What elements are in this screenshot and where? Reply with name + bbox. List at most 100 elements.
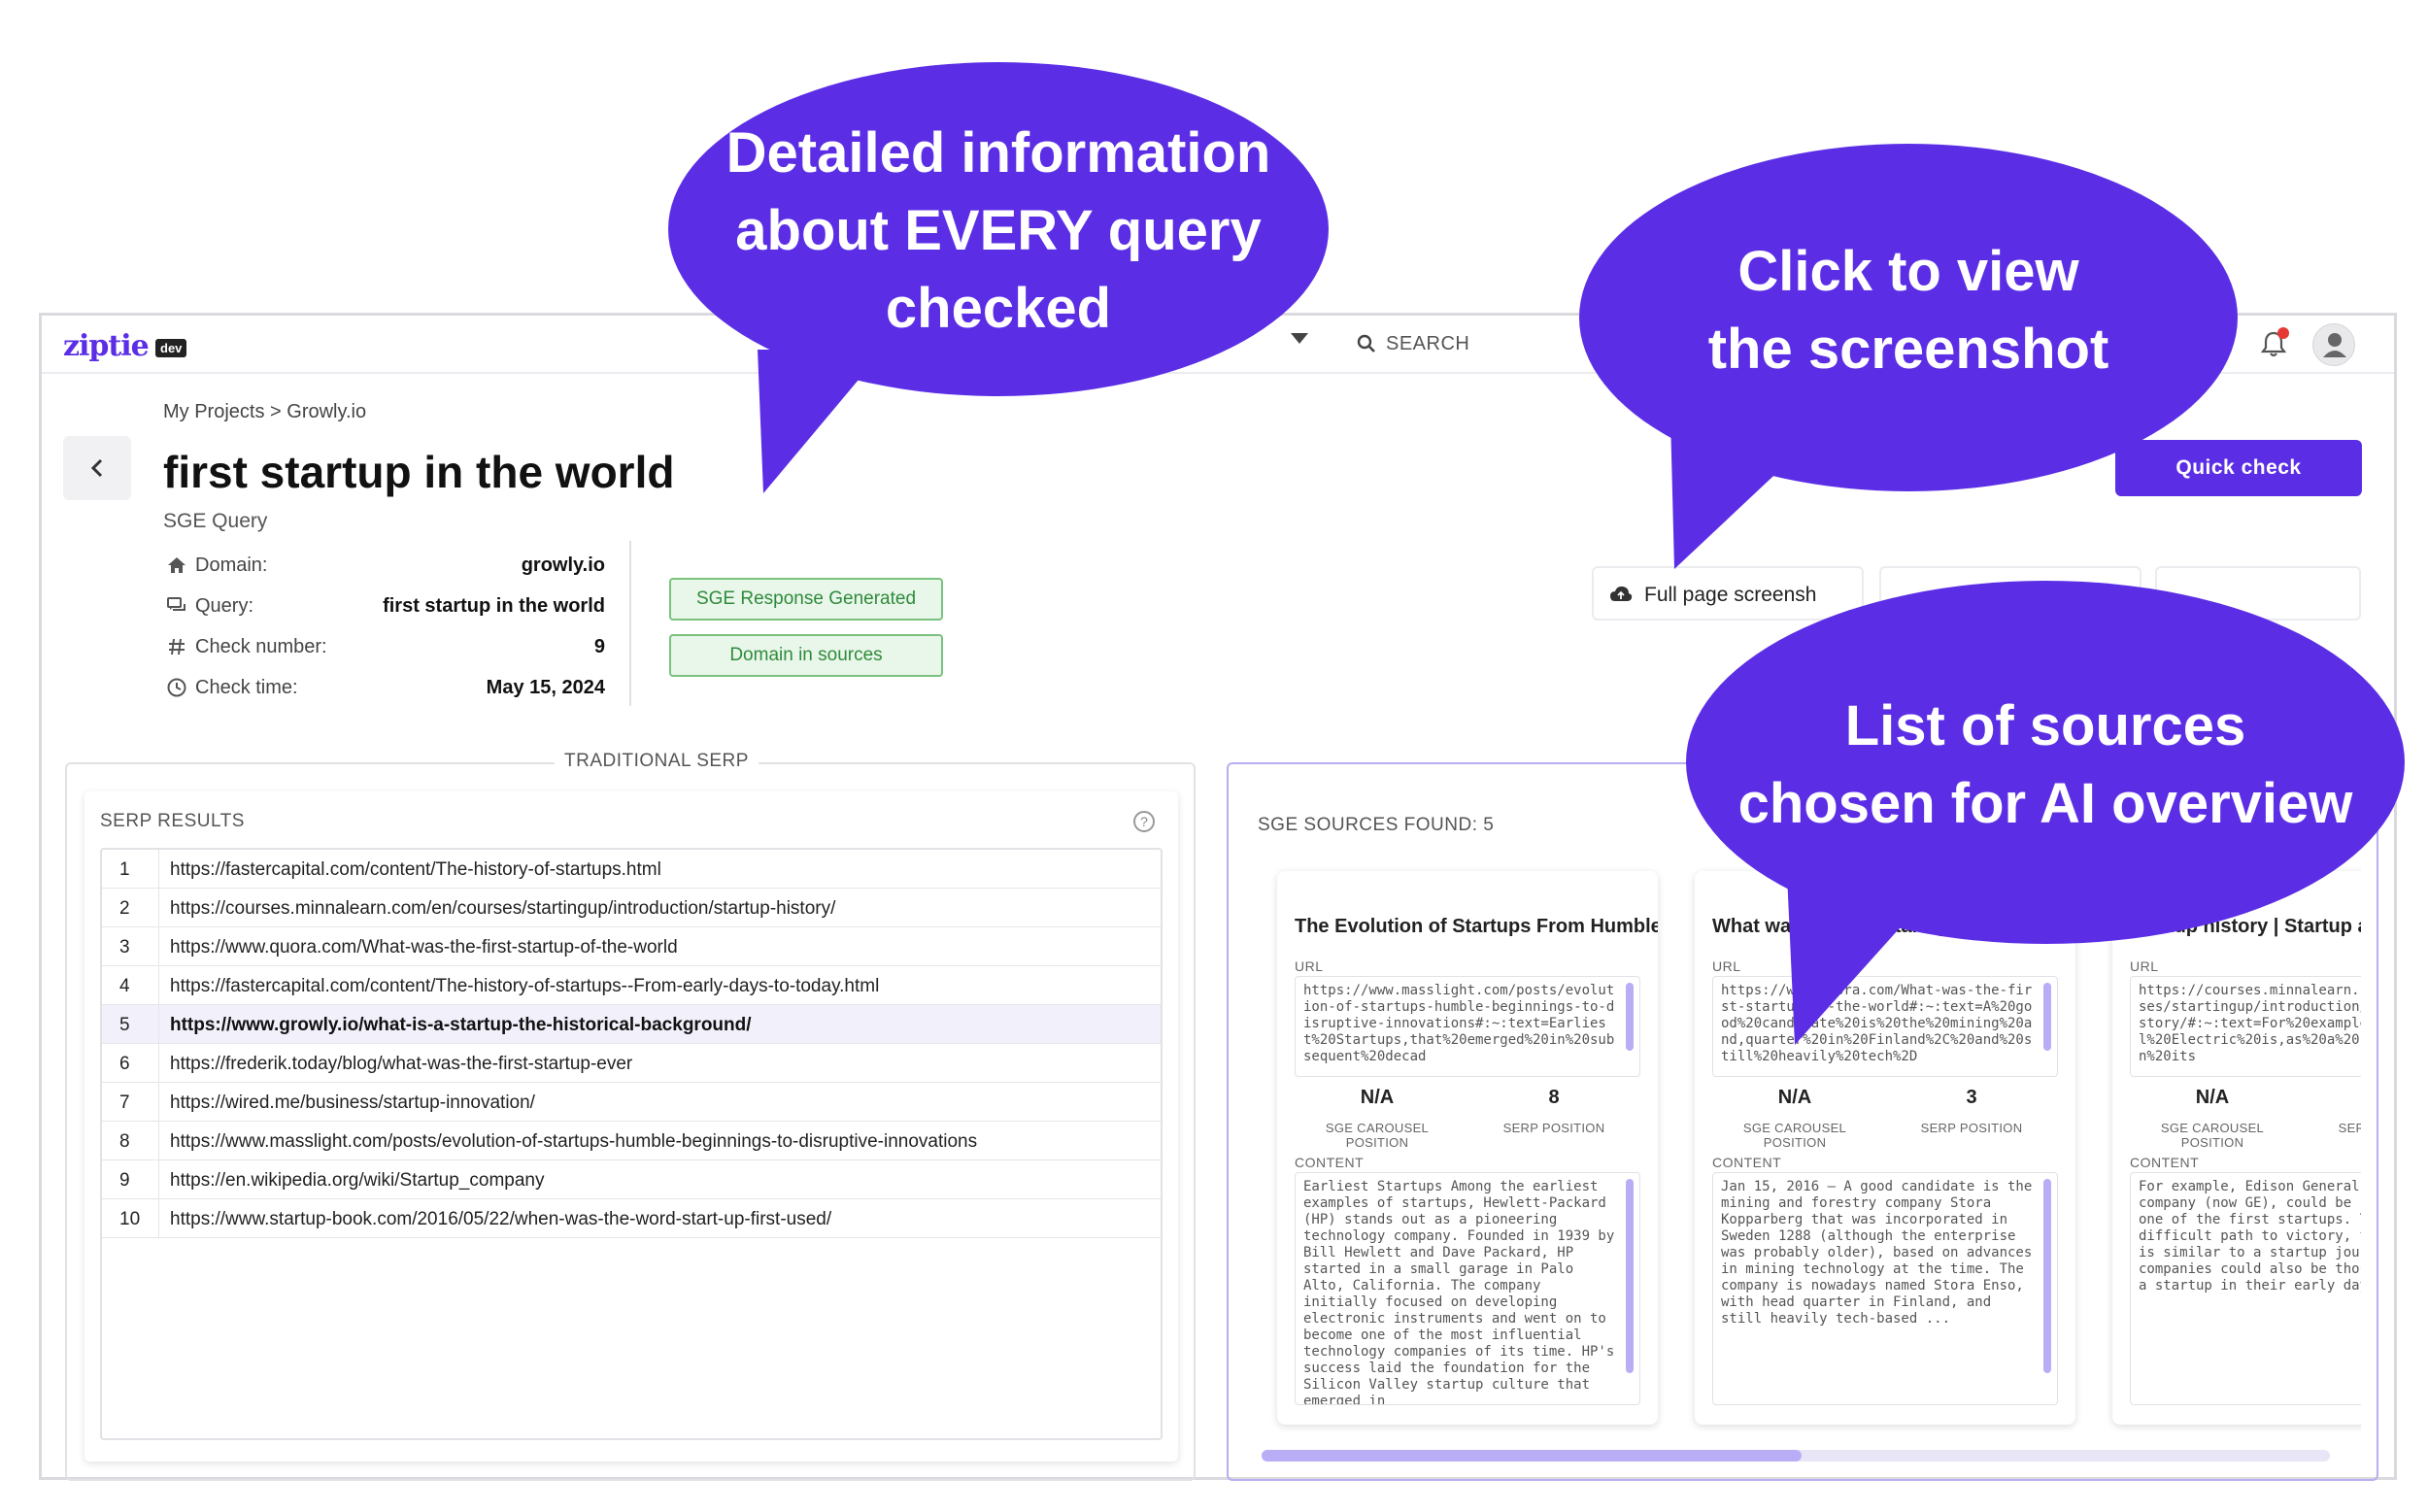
table-row[interactable]: 1 https://fastercapital.com/content/The-h… [102, 850, 1161, 889]
divider [158, 927, 159, 966]
avatar[interactable] [2312, 323, 2355, 366]
traditional-serp-legend: TRADITIONAL SERP [555, 751, 759, 772]
scrollbar-thumb[interactable] [1626, 1179, 1634, 1373]
quick-check-button[interactable]: Quick check [2115, 440, 2362, 496]
row-url[interactable]: https://www.growly.io/what-is-a-startup-… [170, 1015, 752, 1036]
divider [158, 1005, 159, 1044]
callout-text-details: Detailed information about EVERY query c… [668, 115, 1329, 348]
help-icon[interactable]: ? [1133, 811, 1155, 832]
row-number: 1 [119, 859, 130, 880]
source-url[interactable]: https://courses.minnalearn.com/en/course… [2130, 976, 2361, 1077]
serp-position-label: SERP POSITION [2338, 1121, 2361, 1135]
url-caption: URL [1295, 958, 1324, 974]
row-url[interactable]: https://www.masslight.com/posts/evolutio… [170, 1131, 977, 1153]
row-url[interactable]: https://fastercapital.com/content/The-hi… [170, 859, 661, 881]
table-row[interactable]: 9 https://en.wikipedia.org/wiki/Startup_c… [102, 1160, 1161, 1199]
info-check-number: Check number: 9 [166, 630, 605, 663]
source-content-text: Earliest Startups Among the earliest exa… [1303, 1179, 1615, 1405]
home-icon [168, 557, 185, 573]
row-number: 3 [119, 937, 130, 958]
clock-icon [167, 678, 186, 697]
logo[interactable]: ziptie [63, 329, 150, 363]
serp-position-label: SERP POSITION [1502, 1121, 1605, 1135]
info-query: Query: first startup in the world [166, 589, 605, 622]
hash-icon [169, 638, 185, 655]
table-row[interactable]: 6 https://frederik.today/blog/what-was-th… [102, 1044, 1161, 1083]
full-page-screenshot-button[interactable]: Full page screensh [1592, 566, 1864, 621]
user-icon [2323, 333, 2346, 357]
source-content[interactable]: Jan 15, 2016 — A good candidate is the m… [1712, 1172, 2058, 1405]
row-url[interactable]: https://courses.minnalearn.com/en/course… [170, 898, 835, 920]
serp-position-value: 8 [1548, 1087, 1560, 1108]
callout-line: the screenshot [1707, 318, 2109, 381]
row-url[interactable]: https://www.quora.com/What-was-the-first… [170, 937, 678, 958]
callout-line: Detailed information [725, 121, 1271, 185]
table-row[interactable]: 8 https://www.masslight.com/posts/evoluti… [102, 1122, 1161, 1160]
divider [158, 889, 159, 927]
scrollbar-thumb[interactable] [1626, 983, 1634, 1051]
content-caption: CONTENT [1295, 1155, 1365, 1170]
row-number: 10 [119, 1209, 141, 1229]
serp-results-table: 1 https://fastercapital.com/content/The-h… [100, 848, 1163, 1440]
callout-line: chosen for AI overview [1737, 772, 2353, 835]
scrollbar-thumb[interactable] [2043, 1179, 2051, 1373]
source-url[interactable]: https://www.masslight.com/posts/evolutio… [1295, 976, 1640, 1077]
info-label: Domain: [195, 554, 268, 576]
row-url[interactable]: https://en.wikipedia.org/wiki/Startup_co… [170, 1170, 544, 1192]
row-number: 7 [119, 1092, 130, 1113]
url-caption: URL [2130, 958, 2159, 974]
source-card[interactable]: Startup history | Startup and Entreprene… [2112, 871, 2361, 1425]
row-url[interactable]: https://wired.me/business/startup-innova… [170, 1092, 535, 1114]
table-row[interactable]: 10 https://www.startup-book.com/2016/05/2… [102, 1199, 1161, 1238]
source-content-text: For example, Edison General Electric com… [2139, 1179, 2361, 1294]
search-label: SEARCH [1386, 333, 1470, 354]
source-url-text: https://courses.minnalearn.com/en/course… [2139, 983, 2361, 1064]
row-url[interactable]: https://frederik.today/blog/what-was-the… [170, 1054, 632, 1075]
chevron-left-icon [90, 458, 103, 478]
horizontal-scrollbar[interactable] [1262, 1450, 2330, 1462]
info-value: May 15, 2024 [486, 677, 605, 698]
info-domain: Domain: growly.io [166, 549, 605, 582]
logo-badge: dev [155, 339, 187, 357]
info-value: first startup in the world [383, 595, 605, 617]
divider [158, 966, 159, 1005]
table-row[interactable]: 7 https://wired.me/business/startup-innov… [102, 1083, 1161, 1122]
table-row[interactable]: 3 https://www.quora.com/What-was-the-firs… [102, 927, 1161, 966]
carousel-position: N/A SGE CAROUSEL POSITION [1712, 1087, 1877, 1150]
back-button[interactable] [63, 436, 131, 500]
divider [158, 1122, 159, 1160]
serp-results-card: SERP RESULTS ? 1 https://fastercapital.co… [84, 791, 1178, 1462]
divider [158, 1160, 159, 1199]
source-card[interactable]: The Evolution of Startups From Humble...… [1277, 871, 1658, 1425]
carousel-position: N/A SGE CAROUSEL POSITION [2130, 1087, 2295, 1150]
divider [158, 1199, 159, 1238]
callout-line: List of sources [1844, 694, 2246, 757]
table-row[interactable]: 4 https://fastercapital.com/content/The-h… [102, 966, 1161, 1005]
breadcrumb[interactable]: My Projects > Growly.io [163, 401, 366, 423]
row-number: 5 [119, 1015, 130, 1035]
source-content-text: Jan 15, 2016 — A good candidate is the m… [1721, 1179, 2033, 1327]
row-number: 2 [119, 898, 130, 919]
page-subtitle: SGE Query [163, 510, 268, 532]
traditional-serp-panel: TRADITIONAL SERP SERP RESULTS ? 1 https:/… [65, 751, 1196, 1481]
row-url[interactable]: https://fastercapital.com/content/The-hi… [170, 976, 879, 997]
source-title[interactable]: The Evolution of Startups From Humble... [1295, 916, 1658, 938]
callout-text-screenshot: Click to view the screenshot [1579, 233, 2238, 388]
carousel-position-value: N/A [1777, 1087, 1812, 1108]
callout-line: Click to view [1737, 240, 2079, 303]
table-row[interactable]: 2 https://courses.minnalearn.com/en/cours… [102, 889, 1161, 927]
carousel-position-value: N/A [2195, 1087, 2230, 1108]
carousel-position: N/A SGE CAROUSEL POSITION [1295, 1087, 1460, 1150]
info-check-time: Check time: May 15, 2024 [166, 671, 605, 704]
scrollbar-thumb[interactable] [1262, 1450, 1802, 1462]
url-caption: URL [1712, 958, 1741, 974]
notification-dot [2277, 327, 2289, 339]
info-value: growly.io [521, 554, 605, 576]
table-row[interactable]: 5 https://www.growly.io/what-is-a-startup… [102, 1005, 1161, 1044]
row-url[interactable]: https://www.startup-book.com/2016/05/22/… [170, 1209, 831, 1230]
serp-results-title: SERP RESULTS [100, 811, 245, 831]
divider [158, 1044, 159, 1083]
scrollbar-thumb[interactable] [2043, 983, 2051, 1051]
source-content[interactable]: Earliest Startups Among the earliest exa… [1295, 1172, 1640, 1405]
source-content[interactable]: For example, Edison General Electric com… [2130, 1172, 2361, 1405]
